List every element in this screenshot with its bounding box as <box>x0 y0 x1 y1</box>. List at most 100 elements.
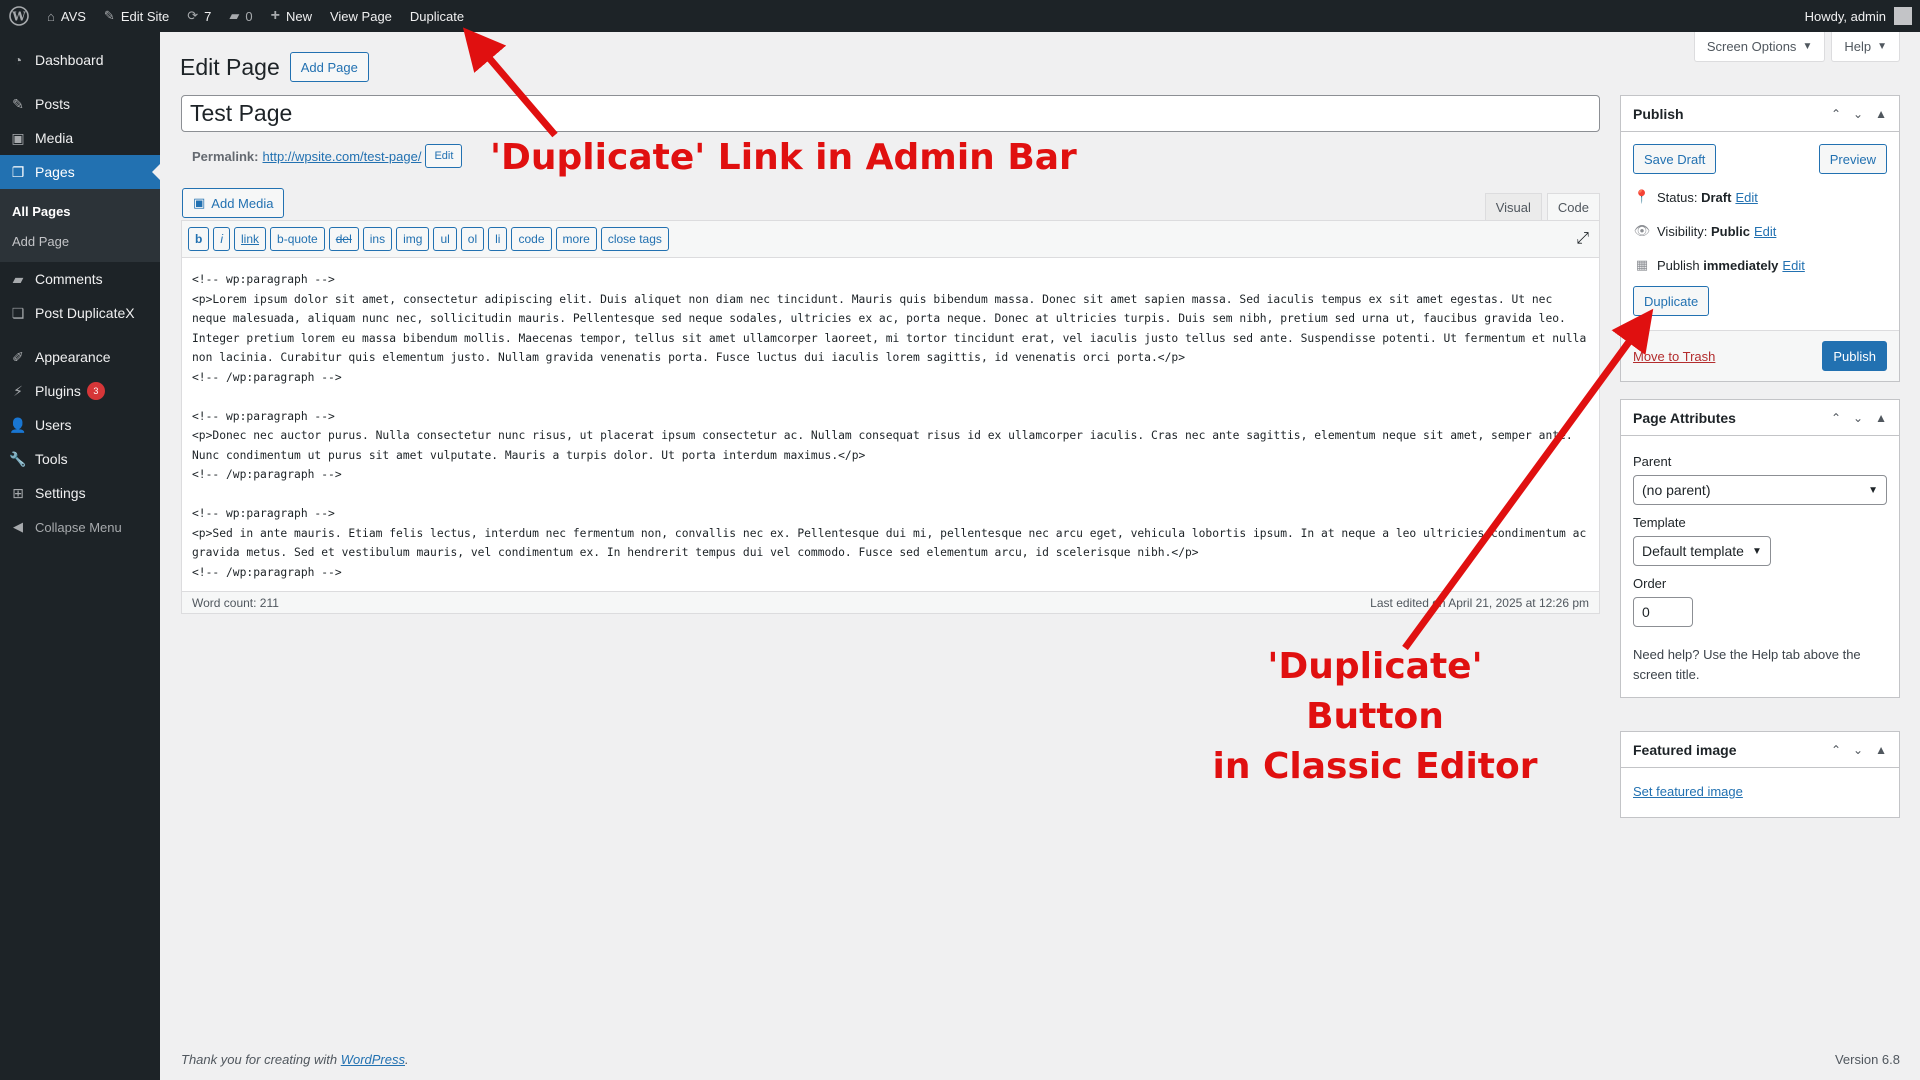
quicktag-bold-button[interactable]: b <box>188 227 210 251</box>
sidebar-item-post-duplicatex[interactable]: ❏ Post DuplicateX <box>0 296 160 330</box>
users-icon: 👤 <box>9 416 27 433</box>
updates-icon: ⟳ <box>187 8 199 23</box>
dashboard-icon: ◔ <box>13 52 23 68</box>
avatar <box>1894 7 1912 25</box>
screen-options-button[interactable]: Screen Options ▼ <box>1693 32 1826 62</box>
plus-icon: + <box>270 7 280 24</box>
quicktags-toolbar: b i link b-quote del ins img ul ol li co… <box>182 221 1599 258</box>
admin-bar-duplicate-link[interactable]: Duplicate <box>401 0 473 32</box>
toggle-panel-icon[interactable]: ▲ <box>1875 107 1887 121</box>
tab-code[interactable]: Code <box>1546 193 1600 221</box>
quicktag-link-button[interactable]: link <box>234 227 267 251</box>
publish-box: Publish ⌃ ⌄ ▲ Save Draft Preview 📍 Statu… <box>1620 95 1900 382</box>
site-name-link[interactable]: ⌂ AVS <box>38 0 95 32</box>
move-up-icon[interactable]: ⌃ <box>1831 107 1841 121</box>
toggle-panel-icon[interactable]: ▲ <box>1875 743 1887 757</box>
quicktag-blockquote-button[interactable]: b-quote <box>270 227 325 251</box>
account-menu[interactable]: Howdy, admin <box>1796 0 1920 32</box>
help-button[interactable]: Help ▼ <box>1831 32 1900 62</box>
eye-icon: 👁 <box>1633 223 1651 238</box>
caret-down-icon: ▼ <box>1877 41 1887 52</box>
chevron-down-icon: ▼ <box>1868 484 1878 496</box>
sidebar-item-tools[interactable]: 🔧 Tools <box>0 442 160 476</box>
sidebar-item-appearance[interactable]: ✐ Appearance <box>0 340 160 374</box>
calendar-icon: ▦ <box>1635 257 1649 272</box>
permalink-edit-button[interactable]: Edit <box>425 144 463 168</box>
quicktag-li-button[interactable]: li <box>488 227 508 251</box>
order-input[interactable]: 0 <box>1633 597 1693 627</box>
sidebar-item-users[interactable]: 👤 Users <box>0 408 160 442</box>
editor-tabs: Visual Code <box>1480 193 1600 221</box>
wordpress-logo-icon[interactable]: W <box>0 0 38 32</box>
sidebar-item-comments[interactable]: ▰ Comments <box>0 262 160 296</box>
sidebar-item-pages[interactable]: ❐ Pages <box>0 155 160 189</box>
featured-image-box: Featured image ⌃ ⌄ ▲ Set featured image <box>1620 731 1900 818</box>
pin-icon: ✎ <box>12 95 24 112</box>
footer-version: Version 6.8 <box>1834 1052 1900 1067</box>
template-select[interactable]: Default template ▼ <box>1633 536 1771 566</box>
toggle-panel-icon[interactable]: ▲ <box>1875 411 1887 425</box>
permalink-url-link[interactable]: http://wpsite.com/test-page/ <box>262 149 421 164</box>
comment-bubble-icon: ▰ <box>229 8 240 23</box>
quicktag-img-button[interactable]: img <box>396 227 430 251</box>
publish-actions: Move to Trash Publish <box>1621 330 1899 381</box>
save-draft-button[interactable]: Save Draft <box>1633 144 1717 174</box>
edit-site-link[interactable]: ✎ Edit Site <box>95 0 178 32</box>
move-up-icon[interactable]: ⌃ <box>1831 411 1841 425</box>
move-up-icon[interactable]: ⌃ <box>1831 743 1841 757</box>
quicktag-more-button[interactable]: more <box>555 227 597 251</box>
move-down-icon[interactable]: ⌄ <box>1853 107 1863 121</box>
quicktag-ul-button[interactable]: ul <box>433 227 457 251</box>
tab-visual[interactable]: Visual <box>1484 193 1542 221</box>
duplicate-button[interactable]: Duplicate <box>1633 286 1710 316</box>
annotation-admin-bar: 'Duplicate' Link in Admin Bar <box>490 137 1077 178</box>
sidebar-item-settings[interactable]: ⊞ Settings <box>0 476 160 510</box>
quicktag-ol-button[interactable]: ol <box>460 227 485 251</box>
parent-label: Parent <box>1633 454 1672 469</box>
brush-icon: ✎ <box>103 8 115 23</box>
new-content-link[interactable]: + New <box>262 0 321 32</box>
add-media-button[interactable]: ▣ Add Media <box>182 188 285 218</box>
preview-button[interactable]: Preview <box>1818 144 1887 174</box>
submenu-all-pages[interactable]: All Pages <box>0 196 160 226</box>
collapse-menu-button[interactable]: ◀ Collapse Menu <box>0 510 160 544</box>
brush-icon: ✐ <box>12 348 24 365</box>
help-text: Need help? Use the Help tab above the sc… <box>1633 647 1861 682</box>
move-down-icon[interactable]: ⌄ <box>1853 743 1863 757</box>
move-to-trash-link[interactable]: Move to Trash <box>1633 349 1715 364</box>
quicktag-del-button[interactable]: del <box>328 227 359 251</box>
admin-sidebar: ◔ Dashboard ✎ Posts ▣ Media ❐ Pages All … <box>0 32 160 1080</box>
word-count: Word count: 211 <box>192 595 279 610</box>
status-edit-link[interactable]: Edit <box>1735 190 1757 205</box>
updates-link[interactable]: ⟳ 7 <box>178 0 220 32</box>
parent-select[interactable]: (no parent) ▼ <box>1633 475 1887 505</box>
pages-submenu: All Pages Add Page <box>0 189 160 262</box>
view-page-link[interactable]: View Page <box>321 0 401 32</box>
template-label: Template <box>1633 515 1686 530</box>
annotation-classic-editor: 'Duplicate' Button in Classic Editor <box>1212 646 1538 787</box>
sidebar-item-plugins[interactable]: ⚡ Plugins 3 <box>0 374 160 408</box>
comments-link[interactable]: ▰ 0 <box>220 0 261 32</box>
visibility-edit-link[interactable]: Edit <box>1754 224 1776 239</box>
sidebar-item-dashboard[interactable]: ◔ Dashboard <box>0 43 160 77</box>
collapse-arrow-icon: ◀ <box>13 519 23 534</box>
quicktag-italic-button[interactable]: i <box>213 227 231 251</box>
quicktag-ins-button[interactable]: ins <box>362 227 393 251</box>
quicktag-close-tags-button[interactable]: close tags <box>600 227 669 251</box>
quicktag-code-button[interactable]: code <box>511 227 552 251</box>
pages-icon: ❐ <box>11 163 25 180</box>
title-row: Edit Page Add Page <box>180 52 369 82</box>
publish-button[interactable]: Publish <box>1822 341 1887 371</box>
sidebar-item-media[interactable]: ▣ Media <box>0 121 160 155</box>
page-title: Edit Page <box>180 53 280 80</box>
submenu-add-page[interactable]: Add Page <box>0 226 160 256</box>
post-title-input[interactable]: Test Page <box>181 95 1600 132</box>
set-featured-image-link[interactable]: Set featured image <box>1633 784 1743 799</box>
sidebar-item-posts[interactable]: ✎ Posts <box>0 87 160 121</box>
add-page-button[interactable]: Add Page <box>289 52 369 82</box>
fullscreen-icon[interactable]: ⤢ <box>1576 230 1589 248</box>
code-editor-textarea[interactable]: <!-- wp:paragraph --> <p>Lorem ipsum dol… <box>182 258 1599 591</box>
wordpress-link[interactable]: WordPress <box>341 1052 405 1067</box>
move-down-icon[interactable]: ⌄ <box>1853 411 1863 425</box>
publish-date-edit-link[interactable]: Edit <box>1782 258 1804 273</box>
